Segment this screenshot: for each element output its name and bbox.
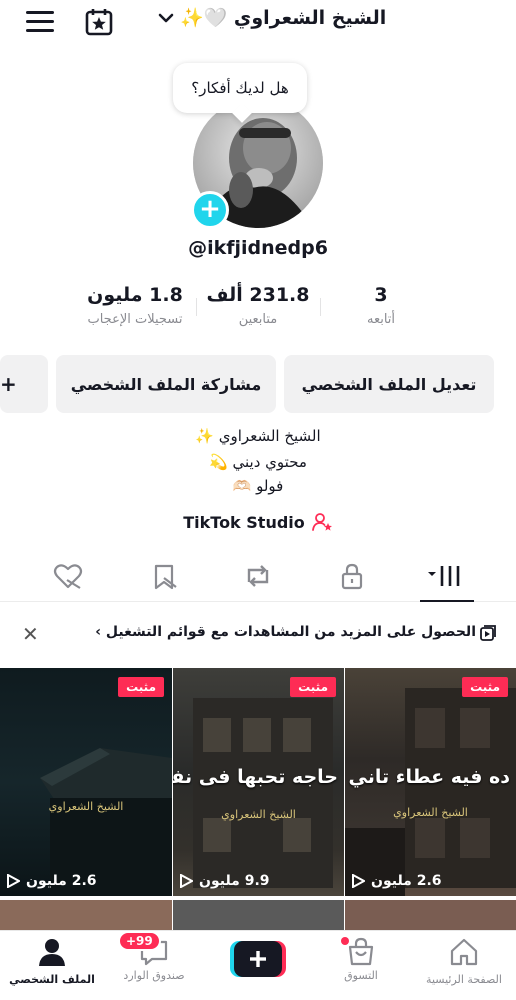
video-thumbnail-partial[interactable] <box>0 900 172 930</box>
bio-line: محتوي ديني 💫 <box>209 453 307 471</box>
nav-shop[interactable]: التسوق <box>311 937 411 982</box>
heart-eye-off-icon <box>53 564 83 589</box>
content-tabs <box>0 552 516 602</box>
tab-reposts[interactable] <box>238 558 278 594</box>
night-roof-scene <box>40 748 172 896</box>
calendar-star-icon[interactable] <box>84 7 114 37</box>
shopping-bag-icon <box>348 937 374 966</box>
tab-private[interactable] <box>332 558 372 594</box>
nav-inbox-label: صندوق الوارد <box>123 969 185 982</box>
bookmark-eye-off-icon <box>154 564 177 590</box>
view-count: 2.6 مليون <box>351 873 442 889</box>
top-bar: الشيخ الشعراوي 🤍✨ <box>0 0 516 46</box>
username: @ikfjidnedp6 <box>188 237 328 259</box>
add-avatar-button[interactable]: + <box>191 191 229 229</box>
playlist-banner[interactable]: ✕ الحصول على المزيد من المشاهدات مع قوائ… <box>0 612 516 656</box>
video-caption: حاجه تحبها فى نفسك <box>173 766 338 788</box>
home-icon <box>450 938 478 966</box>
tiktok-studio-link[interactable]: TikTok Studio <box>0 511 516 533</box>
active-tab-indicator <box>420 600 474 602</box>
nav-home[interactable]: الصفحة الرئيسية <box>414 937 514 986</box>
profile-stats: 3 أتابعه 231.8 ألف متابعين 1.8 مليون تسج… <box>0 284 516 344</box>
studio-label: TikTok Studio <box>183 512 305 532</box>
bio-line: فولو 🫶🏻 <box>232 477 284 495</box>
share-profile-button[interactable]: مشاركة الملف الشخصي <box>56 355 276 413</box>
studio-person-icon <box>311 513 332 531</box>
video-thumbnail[interactable]: مثبت الشيخ الشعراوي 2.6 مليون <box>0 668 172 896</box>
notification-dot <box>341 937 349 945</box>
profile-name: الشيخ الشعراوي 🤍✨ <box>180 7 387 29</box>
create-button[interactable] <box>230 941 286 977</box>
profile-switcher[interactable]: الشيخ الشعراوي 🤍✨ <box>156 6 386 29</box>
tab-favorites[interactable] <box>144 558 184 594</box>
tab-videos[interactable] <box>426 558 466 594</box>
bio-line: الشيخ الشعراوي ✨ <box>195 427 321 445</box>
video-thumbnail[interactable]: مثبت حاجه تحبها فى نفسك الشيخ الشعراوي 9… <box>173 668 344 896</box>
likes-label: تسجيلات الإعجاب <box>87 312 183 327</box>
pinned-badge: مثبت <box>290 677 336 697</box>
add-friend-button[interactable]: + <box>0 355 48 413</box>
close-icon[interactable]: ✕ <box>22 622 39 646</box>
repost-icon <box>247 565 269 587</box>
video-signature: الشيخ الشعراوي <box>221 808 296 821</box>
profile-icon <box>39 939 65 966</box>
video-signature: الشيخ الشعراوي <box>48 800 124 813</box>
tab-liked[interactable] <box>48 558 88 594</box>
playlist-icon <box>480 625 496 641</box>
pinned-badge: مثبت <box>462 677 508 697</box>
ideas-bubble[interactable]: هل لديك أفكار؟ <box>173 63 307 113</box>
nav-home-label: الصفحة الرئيسية <box>426 973 502 986</box>
video-thumbnail-partial[interactable] <box>345 900 516 930</box>
view-count: 9.9 مليون <box>179 873 270 889</box>
view-count: 2.6 مليون <box>6 873 97 889</box>
video-grid: مثبت ده فيه عطاء تاني الشيخ الشعراوي 2.6… <box>0 668 516 930</box>
likes-count: 1.8 مليون <box>87 284 183 306</box>
pinned-badge: مثبت <box>118 677 164 697</box>
video-caption: ده فيه عطاء تاني <box>348 766 511 788</box>
edit-profile-button[interactable]: تعديل الملف الشخصي <box>284 355 494 413</box>
nav-shop-label: التسوق <box>344 969 378 982</box>
play-icon <box>352 874 365 888</box>
plus-icon <box>230 941 286 977</box>
play-icon <box>7 874 20 888</box>
bottom-nav: الصفحة الرئيسية التسوق +99 صندوق الوارد … <box>0 930 516 1000</box>
video-thumbnail[interactable]: مثبت ده فيه عطاء تاني الشيخ الشعراوي 2.6… <box>345 668 516 896</box>
banner-text: الحصول على المزيد من المشاهدات مع قوائم … <box>95 624 476 640</box>
inbox-badge: +99 <box>118 931 161 951</box>
stat-likes[interactable]: 1.8 مليون تسجيلات الإعجاب <box>60 284 210 327</box>
chevron-down-icon <box>158 13 174 22</box>
nav-inbox[interactable]: +99 صندوق الوارد <box>104 931 204 982</box>
nav-profile[interactable]: الملف الشخصي <box>2 937 102 986</box>
hamburger-menu-icon[interactable] <box>26 11 54 33</box>
lock-icon <box>341 563 363 590</box>
play-icon <box>180 874 193 888</box>
video-thumbnail-partial[interactable] <box>173 900 344 930</box>
videos-grid-icon <box>428 566 460 586</box>
chevron-right-icon: › <box>95 624 101 640</box>
nav-profile-label: الملف الشخصي <box>9 973 95 986</box>
video-signature: الشيخ الشعراوي <box>393 806 468 819</box>
